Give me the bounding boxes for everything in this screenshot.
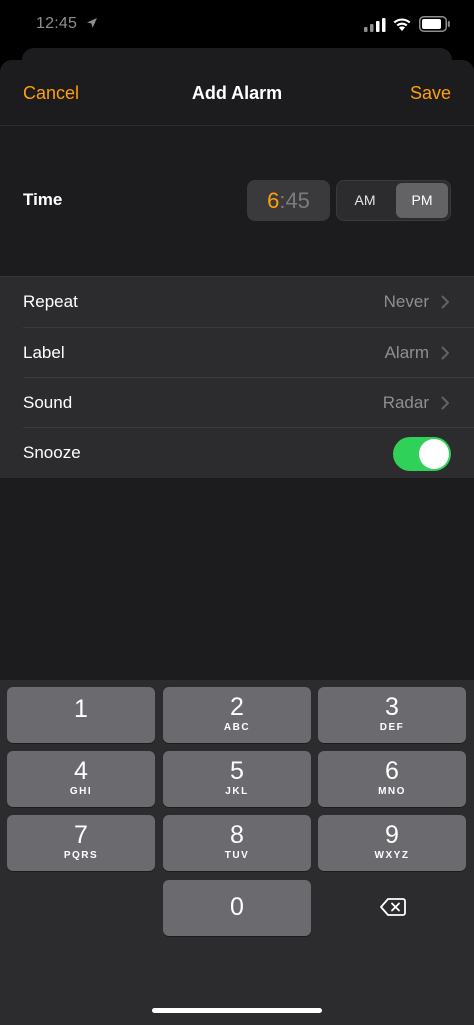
repeat-label: Repeat xyxy=(23,292,78,311)
pm-segment[interactable]: PM xyxy=(396,183,448,218)
backspace-icon xyxy=(380,898,406,916)
nav-bar: Cancel Add Alarm Save xyxy=(0,60,474,126)
home-indicator[interactable] xyxy=(152,1008,322,1013)
sound-value: Radar xyxy=(382,393,429,412)
label-label: Label xyxy=(23,343,65,362)
key-9[interactable]: 9 WXYZ xyxy=(318,815,466,871)
key-5[interactable]: 5 JKL xyxy=(163,751,311,807)
sound-label: Sound xyxy=(23,393,73,412)
status-bar: 12:45 xyxy=(0,0,474,50)
key-0[interactable]: 0 xyxy=(163,880,311,936)
key-letters: JKL xyxy=(225,786,249,797)
chevron-right-icon xyxy=(441,346,449,360)
key-digit: 2 xyxy=(230,693,244,721)
key-2[interactable]: 2 ABC xyxy=(163,687,311,743)
key-letters: MNO xyxy=(378,786,406,797)
status-time: 12:45 xyxy=(36,15,78,32)
key-digit: 1 xyxy=(74,695,88,723)
key-digit: 8 xyxy=(230,821,244,849)
location-arrow-icon xyxy=(87,18,97,28)
save-button[interactable]: Save xyxy=(410,83,451,104)
page-title: Add Alarm xyxy=(191,83,283,103)
time-label: Time xyxy=(23,190,63,209)
am-pm-segmented-control: AM PM xyxy=(336,180,451,221)
key-letters: GHI xyxy=(69,786,93,797)
key-digit: 4 xyxy=(74,757,88,785)
key-digit: 5 xyxy=(230,757,244,785)
key-digit: 9 xyxy=(385,821,399,849)
battery-icon xyxy=(419,16,450,32)
time-row: Time 6:45 AM PM xyxy=(0,126,474,276)
key-letters: PQRS xyxy=(63,850,99,861)
label-value: Alarm xyxy=(384,343,429,362)
alarm-settings-list: Repeat Never Label Alarm Sound Radar Sno… xyxy=(0,276,474,478)
snooze-row: Snooze xyxy=(0,428,474,478)
key-4[interactable]: 4 GHI xyxy=(7,751,155,807)
cellular-signal-icon xyxy=(364,18,386,32)
sound-row[interactable]: Sound Radar xyxy=(0,378,474,428)
key-digit: 7 xyxy=(74,821,88,849)
snooze-label: Snooze xyxy=(23,443,81,462)
am-segment[interactable]: AM xyxy=(339,183,391,218)
delete-button[interactable] xyxy=(318,880,466,936)
repeat-value: Never xyxy=(383,292,429,311)
chevron-right-icon xyxy=(441,396,449,410)
repeat-row[interactable]: Repeat Never xyxy=(0,277,474,327)
key-letters: WXYZ xyxy=(374,850,410,861)
toggle-knob xyxy=(419,439,449,469)
number-pad: 1 2 ABC 3 DEF 4 GHI 5 JKL 6 MNO 7 PQRS 8 xyxy=(0,680,474,1025)
chevron-right-icon xyxy=(441,295,449,309)
time-hour: 6 xyxy=(267,188,280,213)
key-digit: 6 xyxy=(385,757,399,785)
label-row[interactable]: Label Alarm xyxy=(0,328,474,378)
snooze-toggle[interactable] xyxy=(393,437,451,471)
key-8[interactable]: 8 TUV xyxy=(163,815,311,871)
key-letters: ABC xyxy=(223,722,251,733)
key-6[interactable]: 6 MNO xyxy=(318,751,466,807)
screen: 12:45 Cancel Add Alarm Save Time 6:45 AM… xyxy=(0,0,474,1025)
key-3[interactable]: 3 DEF xyxy=(318,687,466,743)
time-minutes: :45 xyxy=(279,188,310,213)
key-digit: 0 xyxy=(230,893,244,921)
key-letters: DEF xyxy=(379,722,405,733)
key-7[interactable]: 7 PQRS xyxy=(7,815,155,871)
time-input[interactable]: 6:45 xyxy=(247,180,330,221)
key-letters: TUV xyxy=(224,850,250,861)
key-digit: 3 xyxy=(385,693,399,721)
wifi-icon xyxy=(393,18,411,31)
key-1[interactable]: 1 xyxy=(7,687,155,743)
